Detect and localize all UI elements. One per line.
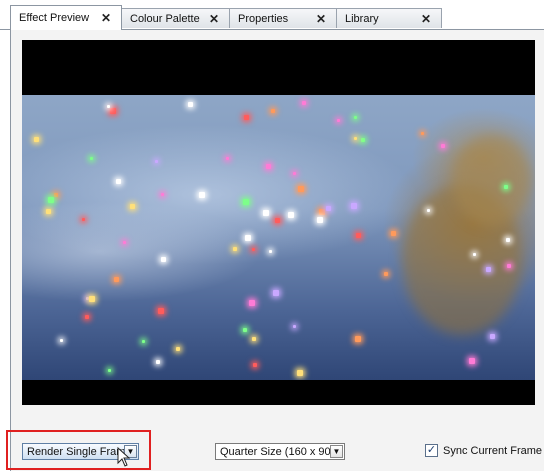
sparkle-particle bbox=[288, 212, 294, 218]
sparkle-particle bbox=[351, 203, 357, 209]
sparkle-particle bbox=[469, 358, 475, 364]
sparkle-particle bbox=[243, 199, 249, 205]
sparkle-particle bbox=[504, 185, 508, 189]
sparkle-particle bbox=[441, 144, 445, 148]
chevron-down-icon[interactable]: ▼ bbox=[330, 445, 343, 458]
sparkle-particle bbox=[89, 296, 95, 302]
sparkle-particle bbox=[116, 179, 121, 184]
sparkle-particle bbox=[427, 209, 430, 212]
sparkle-particle bbox=[319, 209, 325, 215]
sparkle-particle bbox=[490, 334, 495, 339]
tab-strip: Effect Preview ✕ Colour Palette ✕ Proper… bbox=[0, 0, 544, 30]
sparkle-particle bbox=[356, 233, 361, 238]
sparkle-particle bbox=[252, 248, 255, 251]
close-icon[interactable]: ✕ bbox=[209, 12, 219, 26]
sparkle-particle bbox=[507, 264, 511, 268]
tab-label: Effect Preview bbox=[19, 12, 90, 24]
sparkle-particle bbox=[273, 290, 279, 296]
sparkle-particle bbox=[266, 164, 271, 169]
sparkle-particle bbox=[156, 360, 160, 364]
sparkle-particle bbox=[158, 308, 164, 314]
sparkle-particle bbox=[293, 172, 296, 175]
sparkle-particle bbox=[384, 272, 388, 276]
sparkle-particle bbox=[48, 197, 54, 203]
sparkle-particle bbox=[161, 193, 164, 196]
close-icon[interactable]: ✕ bbox=[421, 12, 431, 26]
tab-label: Library bbox=[345, 12, 379, 25]
sparkle-particle bbox=[326, 206, 331, 211]
sparkle-particle bbox=[34, 137, 39, 142]
sparkle-particle bbox=[199, 192, 205, 198]
sparkle-particle bbox=[245, 235, 251, 241]
creature-head bbox=[452, 135, 532, 225]
close-icon[interactable]: ✕ bbox=[101, 11, 111, 25]
sparkle-particle bbox=[486, 267, 491, 272]
mouse-pointer-icon bbox=[117, 447, 131, 467]
tab-properties[interactable]: Properties ✕ bbox=[229, 8, 337, 28]
sparkle-particle bbox=[110, 108, 116, 114]
sparkle-particle bbox=[473, 253, 476, 256]
sparkle-particle bbox=[85, 315, 89, 319]
sparkle-particle bbox=[297, 370, 303, 376]
preview-frame-image bbox=[22, 95, 535, 380]
sparkle-particle bbox=[355, 336, 361, 342]
sync-current-frame-label: Sync Current Frame bbox=[443, 445, 543, 457]
sparkle-particle bbox=[114, 277, 119, 282]
sparkle-particle bbox=[271, 109, 275, 113]
sparkle-particle bbox=[269, 250, 272, 253]
sparkle-particle bbox=[46, 209, 51, 214]
sparkle-particle bbox=[176, 347, 180, 351]
sparkle-particle bbox=[391, 231, 396, 236]
sparkle-particle bbox=[155, 160, 158, 163]
sync-current-frame-checkbox[interactable]: ✓ bbox=[425, 444, 438, 457]
sparkle-particle bbox=[90, 157, 93, 160]
sparkle-particle bbox=[263, 210, 269, 216]
sparkle-particle bbox=[243, 328, 247, 332]
sparkle-particle bbox=[361, 138, 365, 142]
sparkle-particle bbox=[354, 116, 357, 119]
sparkle-particle bbox=[253, 363, 257, 367]
sparkle-particle bbox=[275, 218, 280, 223]
sparkle-particle bbox=[130, 204, 135, 209]
sparkle-particle bbox=[60, 339, 63, 342]
sparkle-particle bbox=[161, 257, 166, 262]
sparkle-particle bbox=[142, 340, 145, 343]
sparkle-particle bbox=[337, 119, 340, 122]
sparkle-particle bbox=[108, 369, 111, 372]
sparkle-particle bbox=[302, 101, 306, 105]
sparkle-particle bbox=[226, 157, 229, 160]
sparkle-particle bbox=[82, 218, 85, 221]
sparkle-particle bbox=[252, 337, 256, 341]
sparkle-particle bbox=[54, 193, 58, 197]
sparkle-particle bbox=[354, 137, 357, 140]
sparkle-particle bbox=[244, 115, 249, 120]
sparkle-particle bbox=[123, 241, 126, 244]
tab-library[interactable]: Library ✕ bbox=[336, 8, 442, 28]
sparkle-particle bbox=[298, 186, 304, 192]
sparkle-particle bbox=[249, 300, 255, 306]
preview-size-select[interactable]: Quarter Size (160 x 90) ▼ bbox=[215, 443, 345, 460]
sparkle-particle bbox=[506, 238, 510, 242]
sparkle-particle bbox=[317, 217, 323, 223]
tab-label: Colour Palette bbox=[130, 12, 200, 25]
sparkle-particle bbox=[233, 247, 237, 251]
render-button-label: Render Single Frame bbox=[27, 445, 132, 458]
tab-colour-palette[interactable]: Colour Palette ✕ bbox=[121, 8, 230, 28]
sparkle-particle bbox=[188, 102, 193, 107]
size-select-value: Quarter Size (160 x 90) bbox=[220, 445, 335, 458]
close-icon[interactable]: ✕ bbox=[316, 12, 326, 26]
tab-effect-preview[interactable]: Effect Preview ✕ bbox=[10, 5, 122, 30]
sparkle-particle bbox=[421, 132, 424, 135]
tab-label: Properties bbox=[238, 12, 289, 25]
sparkle-particle bbox=[293, 325, 296, 328]
preview-viewport bbox=[22, 40, 535, 405]
sparkle-particle bbox=[107, 105, 110, 108]
